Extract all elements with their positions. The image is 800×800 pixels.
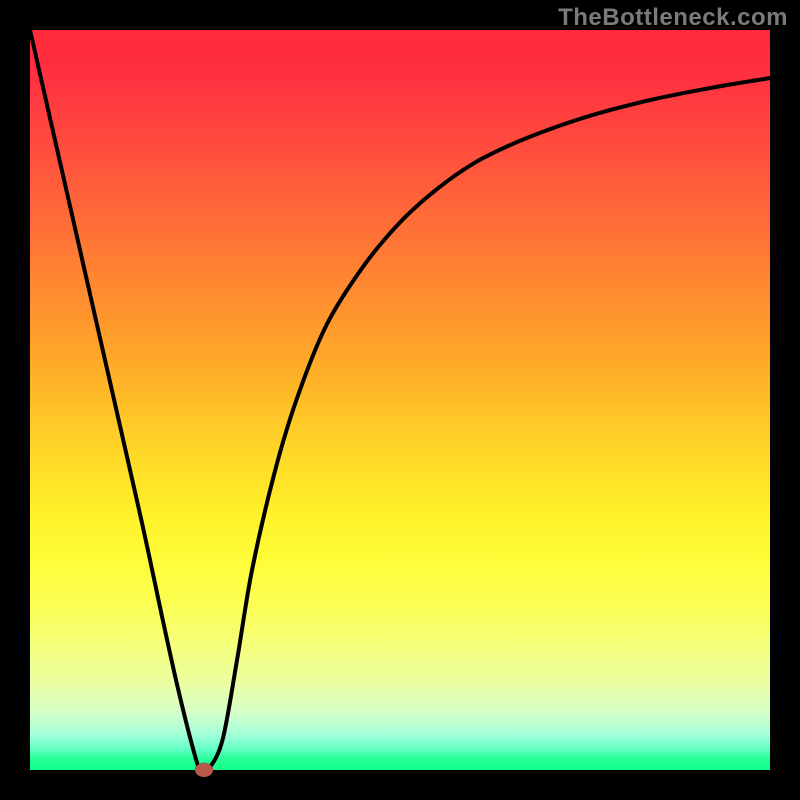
optimum-marker [195, 763, 213, 777]
plot-area [30, 30, 770, 770]
chart-frame: TheBottleneck.com [0, 0, 800, 800]
curve-svg [30, 30, 770, 770]
bottleneck-curve [30, 30, 770, 770]
watermark-text: TheBottleneck.com [558, 4, 788, 32]
